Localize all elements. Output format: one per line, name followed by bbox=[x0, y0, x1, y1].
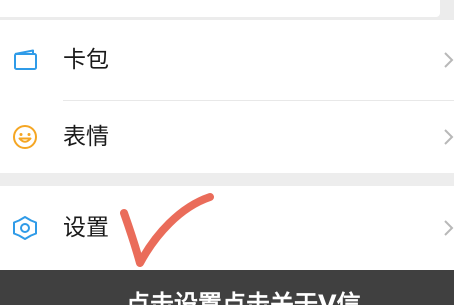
menu-item-settings[interactable]: 设置 bbox=[0, 186, 454, 270]
chevron-right-icon bbox=[440, 45, 454, 75]
menu-item-wallet[interactable]: 卡包 bbox=[0, 20, 454, 100]
video-caption-bar: 点击设置点击关于V信 bbox=[0, 270, 454, 305]
gear-icon bbox=[10, 213, 40, 243]
wallet-card-icon bbox=[10, 45, 40, 75]
menu-item-stickers[interactable]: 表情 bbox=[0, 101, 454, 173]
chevron-right-icon bbox=[440, 213, 454, 243]
section-gap bbox=[0, 173, 454, 186]
emoji-smiley-icon bbox=[10, 122, 40, 152]
menu-item-label: 设置 bbox=[63, 215, 109, 241]
video-caption-text: 点击设置点击关于V信 bbox=[126, 290, 361, 305]
chevron-right-icon bbox=[440, 122, 454, 152]
top-card-edge bbox=[0, 0, 440, 17]
menu-item-label: 表情 bbox=[63, 124, 109, 150]
menu-item-label: 卡包 bbox=[63, 47, 109, 73]
